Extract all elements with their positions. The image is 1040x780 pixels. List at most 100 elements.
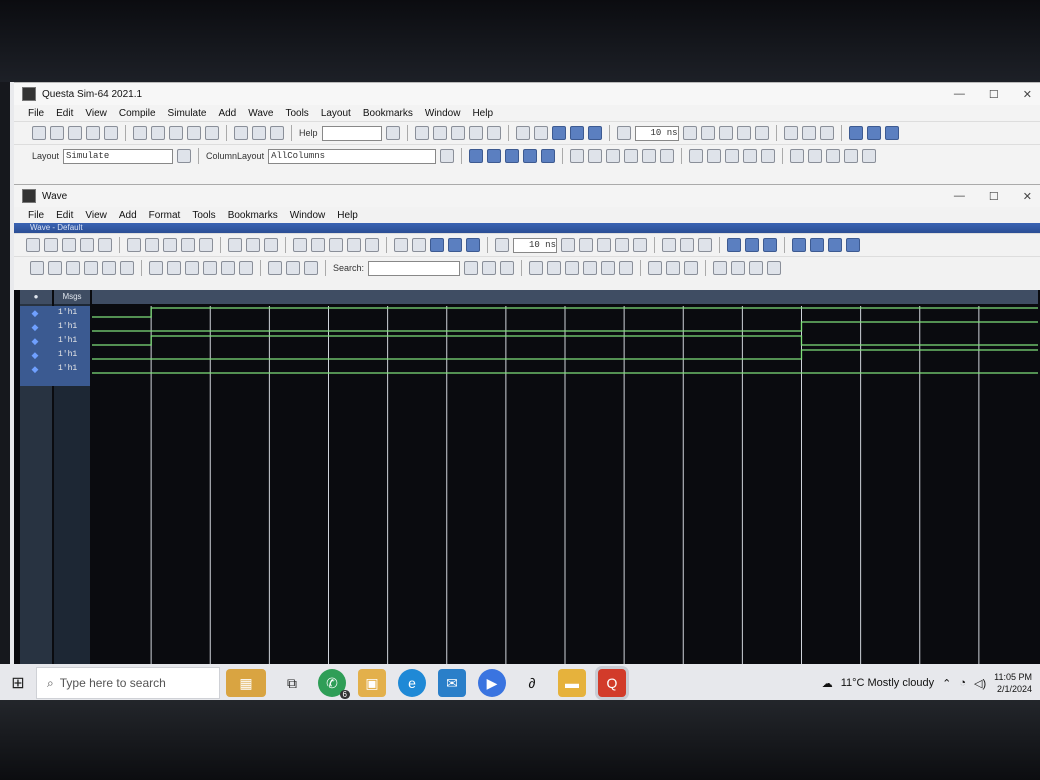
menu-tools[interactable]: Tools: [285, 108, 308, 119]
wave-redo-icon[interactable]: [199, 238, 213, 252]
zoom-cursor-icon[interactable]: [844, 149, 859, 163]
continue-run-icon[interactable]: [700, 126, 715, 140]
format-2-icon[interactable]: [588, 149, 603, 163]
wave-cursor-lock-icon[interactable]: [102, 261, 116, 275]
stop-icon[interactable]: [754, 126, 769, 140]
edge-prev-icon[interactable]: [149, 261, 163, 275]
compile-icon[interactable]: [414, 126, 429, 140]
new-file-icon[interactable]: [32, 126, 46, 140]
wave-insert-1-icon[interactable]: [792, 238, 806, 252]
list-icon[interactable]: [270, 126, 284, 140]
forward-arrow-icon[interactable]: [587, 126, 602, 140]
select-mode-icon[interactable]: [689, 149, 704, 163]
wave-zoom-range-icon[interactable]: [601, 261, 616, 275]
wave-copy-wave-icon[interactable]: [394, 238, 408, 252]
cursor-delete-icon[interactable]: [743, 149, 758, 163]
wave-select-mode-icon[interactable]: [30, 261, 44, 275]
wave-run-all-icon[interactable]: [597, 238, 611, 252]
wave-run-time-input[interactable]: 10 ns: [513, 237, 557, 253]
wave-cursor-add-icon[interactable]: [66, 261, 80, 275]
wave-signal-down-icon[interactable]: [763, 238, 777, 252]
zoom-mode-icon[interactable]: [707, 149, 722, 163]
wave-insert-2-icon[interactable]: [810, 238, 824, 252]
wave-expand-icon[interactable]: [541, 149, 556, 163]
save-icon[interactable]: [68, 126, 82, 140]
redo-icon[interactable]: [205, 126, 219, 140]
menu-wave[interactable]: Wave: [248, 108, 273, 119]
cursor-add-icon[interactable]: [725, 149, 740, 163]
format-4-icon[interactable]: [624, 149, 639, 163]
arduino-icon[interactable]: ∂: [518, 669, 546, 697]
format-1-icon[interactable]: [570, 149, 585, 163]
format-literal-icon[interactable]: [648, 261, 663, 275]
search-dropdown-icon[interactable]: [464, 261, 479, 275]
format-logic-icon[interactable]: [666, 261, 681, 275]
wave-zoom-full-icon[interactable]: [565, 261, 580, 275]
wave-save-icon[interactable]: [62, 238, 76, 252]
signal-row[interactable]: ◆ 1'h1: [14, 334, 90, 347]
format-5-icon[interactable]: [642, 149, 657, 163]
task-view-icon[interactable]: ⧉: [278, 669, 306, 697]
wave-compile-icon[interactable]: [293, 238, 307, 252]
menu-help[interactable]: Help: [472, 108, 493, 119]
wave-menu-format[interactable]: Format: [149, 210, 181, 221]
edge-next-icon[interactable]: [167, 261, 181, 275]
find-icon[interactable]: [252, 126, 266, 140]
wave-step-icon[interactable]: [662, 238, 676, 252]
format-analog-1-icon[interactable]: [713, 261, 728, 275]
wave-break-icon[interactable]: [347, 238, 361, 252]
step-out-icon[interactable]: [819, 126, 834, 140]
wave-back-arrow-icon[interactable]: [448, 238, 462, 252]
wave-insert-3-icon[interactable]: [828, 238, 842, 252]
menu-bookmarks[interactable]: Bookmarks: [363, 108, 413, 119]
wave-menu-add[interactable]: Add: [119, 210, 137, 221]
windows-start-icon[interactable]: ⊞: [0, 664, 36, 702]
wave-list-icon[interactable]: [264, 238, 278, 252]
wave-maximize-icon[interactable]: ☐: [989, 190, 999, 203]
weather-icon[interactable]: ☁: [822, 677, 833, 690]
wave-menu-tools[interactable]: Tools: [192, 210, 215, 221]
wave-divider-icon[interactable]: [523, 149, 538, 163]
menu-window[interactable]: Window: [425, 108, 461, 119]
volume-icon[interactable]: ◁): [974, 677, 986, 690]
wave-stop-icon[interactable]: [633, 238, 647, 252]
help-search-input[interactable]: [321, 125, 382, 141]
wave-menu-help[interactable]: Help: [337, 210, 358, 221]
add-icon[interactable]: [234, 126, 248, 140]
media-player-icon[interactable]: ▶: [478, 669, 506, 697]
menu-view[interactable]: View: [85, 108, 107, 119]
wave-format-icon[interactable]: [533, 126, 548, 140]
column-layout-dropdown-icon[interactable]: [440, 149, 455, 163]
wave-compile-all-icon[interactable]: [311, 238, 325, 252]
questa-taskbar-icon[interactable]: Q: [598, 669, 626, 697]
wave-search-input[interactable]: [368, 260, 461, 276]
compile-all-icon[interactable]: [432, 126, 447, 140]
tray-chevron-icon[interactable]: ⌃: [942, 677, 951, 690]
edge-fall-icon[interactable]: [203, 261, 217, 275]
wave-restart-icon[interactable]: [365, 238, 379, 252]
layout-dropdown-icon[interactable]: [177, 149, 192, 163]
edge-rise-icon[interactable]: [185, 261, 199, 275]
wave-menu-bookmarks[interactable]: Bookmarks: [228, 210, 278, 221]
wave-zoom-in-icon[interactable]: [529, 261, 544, 275]
microsoft-store-icon[interactable]: ▣: [358, 669, 386, 697]
maximize-icon[interactable]: ☐: [989, 88, 999, 101]
help-search-icon[interactable]: [385, 126, 400, 140]
copy-icon[interactable]: [151, 126, 165, 140]
format-analog-4-icon[interactable]: [767, 261, 782, 275]
wave-continue-icon[interactable]: [579, 238, 593, 252]
search-find-icon[interactable]: [482, 261, 497, 275]
waveform-canvas[interactable]: [92, 290, 1038, 671]
wave-forward-arrow-icon[interactable]: [466, 238, 480, 252]
weather-text[interactable]: 11°C Mostly cloudy: [841, 677, 934, 689]
menu-file[interactable]: File: [28, 108, 44, 119]
format-6-icon[interactable]: [660, 149, 675, 163]
collapse-time-icon[interactable]: [286, 261, 300, 275]
undo-icon[interactable]: [187, 126, 201, 140]
wave-break-run-icon[interactable]: [615, 238, 629, 252]
zoom-out-icon[interactable]: [808, 149, 823, 163]
menu-add[interactable]: Add: [218, 108, 236, 119]
format-analog-2-icon[interactable]: [731, 261, 746, 275]
back-arrow-icon[interactable]: [569, 126, 584, 140]
wave-insert-4-icon[interactable]: [846, 238, 860, 252]
